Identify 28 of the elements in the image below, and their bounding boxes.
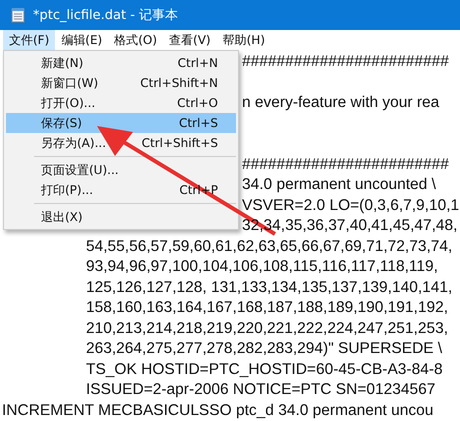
text-line: VSVER=2.0 LO=(0,3,6,7,9,10,1 <box>242 196 460 214</box>
text-line: INCREMENT MECBASICULSSO ptc_d 34.0 permanent uncou <box>2 402 434 418</box>
text-line: 263,264,275,277,278,282,283,294)" SUPERSEDE \ <box>86 340 442 357</box>
menu-bar-item[interactable]: 帮助(H) <box>216 30 271 51</box>
text-line: TS_OK HOSTID=PTC_HOSTID=60-45-CB-A3-84-8 <box>86 360 443 378</box>
notepad-icon <box>10 7 26 23</box>
text-line: 93,94,96,97,100,104,106,108,115,116,117,118,119, <box>86 258 438 275</box>
menu-bar-item[interactable]: 格式(O) <box>108 30 164 51</box>
text-line: 158,160,163,164,167,168,187,188,189,190,191,192, <box>86 299 448 316</box>
text-line: ISSUED=2-apr-2006 NOTICE=PTC SN=01234567 <box>86 381 436 398</box>
menu-item[interactable]: 新建(N) Ctrl+N <box>6 53 236 73</box>
menu-bar-item[interactable]: 文件(F) <box>3 30 56 51</box>
menu-item[interactable]: 保存(S) Ctrl+S <box>6 113 236 133</box>
text-line: ######################## <box>242 156 449 172</box>
text-line: 125,126,127,128, 131,133,134,135,137,139,140,141, <box>86 278 452 296</box>
text-line: 210,213,214,218,219,220,221,222,224,247,251,253, <box>86 320 448 336</box>
menu-bar-item[interactable]: 查看(V) <box>163 30 217 51</box>
menu-item[interactable]: 打开(O)... Ctrl+O <box>6 93 236 113</box>
text-line: n every-feature with your rea <box>242 94 440 111</box>
window-title: *ptc_licfile.dat - 记事本 <box>33 7 178 24</box>
menu-item[interactable]: 页面设置(U)... <box>6 160 236 180</box>
menu-item[interactable]: 另存为(A)... Ctrl+Shift+S <box>6 133 236 153</box>
menu-bar-item[interactable]: 编辑(E) <box>55 30 108 51</box>
text-line: 54,55,56,57,59,60,61,62,63,65,66,67,69,71,72,73,74, <box>86 238 452 254</box>
menu-item[interactable]: 新窗口(W) Ctrl+Shift+N <box>6 73 236 93</box>
text-line: ######################## <box>242 53 449 70</box>
menu-item[interactable]: 退出(X) <box>6 207 236 227</box>
text-line: 34.0 permanent uncounted \ <box>242 176 436 193</box>
